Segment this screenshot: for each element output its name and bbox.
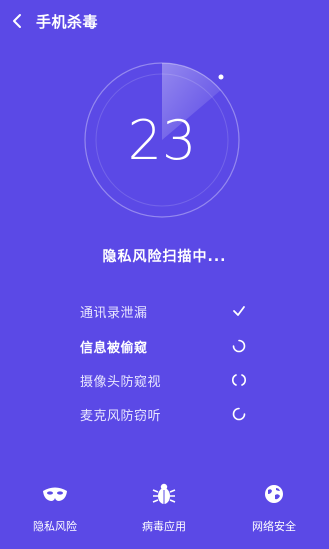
scan-status: 隐私风险扫描中... [102,249,227,265]
tab-label: 隐私风险 [33,520,77,533]
bottom-tab-bar: 隐私风险 病毒应用 网络安全 [0,470,329,549]
page-title: 手机杀毒 [36,13,99,31]
checkmark-icon [233,306,245,316]
check-item-messages: 信息被偷窥 [0,335,329,359]
tab-network-security[interactable]: 网络安全 [219,470,329,549]
bug-icon [152,483,176,504]
back-button[interactable] [8,10,26,32]
header: 手机杀毒 [0,0,329,40]
loading-spinner-icon [232,374,246,386]
check-item-camera: 摄像头防窥视 [0,369,329,393]
loading-spinner-icon [232,407,246,421]
tab-label: 病毒应用 [142,520,186,533]
mask-icon [43,487,67,501]
tab-label: 网络安全 [252,520,296,533]
check-item-label: 信息被偷窥 [80,341,148,356]
tab-virus-apps[interactable]: 病毒应用 [109,470,219,549]
risk-count: 23 [127,108,197,172]
check-item-microphone: 麦克风防窃听 [0,403,329,427]
tab-privacy-risk[interactable]: 隐私风险 [0,470,110,549]
check-item-contacts: 通讯录泄漏 [0,300,329,324]
loading-spinner-icon [232,339,246,353]
check-item-label: 通讯录泄漏 [80,306,148,321]
check-item-label: 麦克风防窃听 [80,409,162,424]
globe-shield-icon [265,485,283,503]
scan-progress-dial: 23 [81,59,243,221]
chevron-left-icon [13,14,21,28]
check-item-label: 摄像头防窥视 [80,375,162,390]
